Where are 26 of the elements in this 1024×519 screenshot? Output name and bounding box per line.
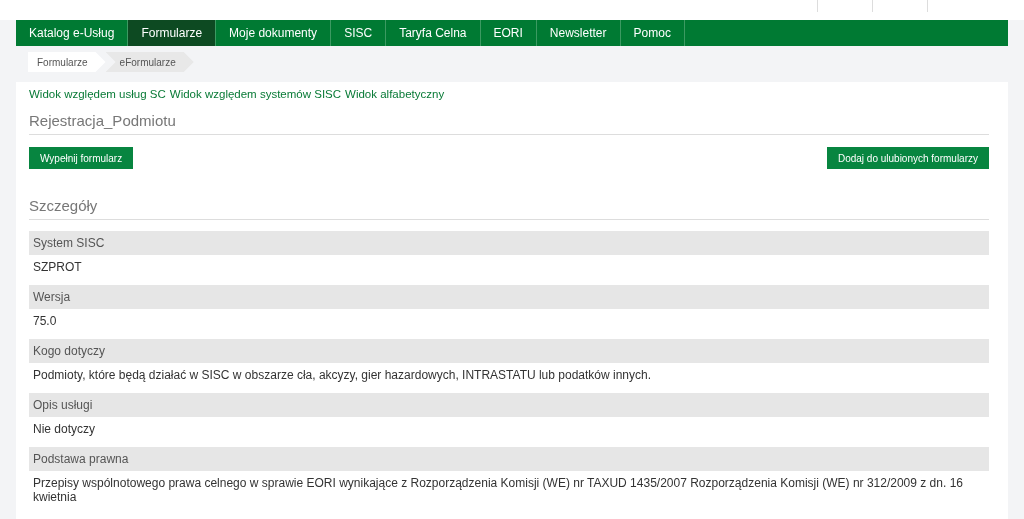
form-title: Rejestracja_Podmiotu bbox=[29, 112, 989, 135]
view-link[interactable]: Widok względem systemów SISC bbox=[169, 88, 342, 100]
breadcrumb-item[interactable]: eFormularze bbox=[105, 52, 194, 72]
detail-value: Przepisy wspólnotowego prawa celnego w sprawie EORI wynikające z Rozporządzenia Komisji (WE) nr TAXUD 1435/2007 Rozporządzenia Komisji (WE) nr 312/2009 z dn. 16 kwietnia bbox=[32, 475, 964, 504]
view-link[interactable]: Widok alfabetyczny bbox=[345, 88, 445, 100]
detail-label: Kogo dotyczy bbox=[29, 339, 989, 363]
fill-form-button[interactable]: Wypełnij formularz bbox=[29, 147, 134, 169]
nav-tab[interactable]: Taryfa Celna bbox=[386, 20, 481, 46]
section-title: Szczegóły bbox=[29, 197, 989, 220]
nav-tab[interactable]: SISC bbox=[331, 20, 387, 46]
detail-value: Podmioty, które będą działać w SISC w obszarze cła, akcyzy, gier hazardowych, INTRASTATU lub podatków innych. bbox=[32, 367, 653, 382]
detail-value: Nie dotyczy bbox=[32, 421, 97, 436]
detail-label: Podstawa prawna bbox=[29, 447, 989, 471]
detail-label: System SISC bbox=[29, 231, 989, 255]
detail-label: Opis usługi bbox=[29, 393, 989, 417]
detail-value: 75.0 bbox=[32, 313, 58, 328]
nav-tab[interactable]: Pomoc bbox=[620, 20, 685, 46]
nav-tab[interactable]: EORI bbox=[480, 20, 537, 46]
detail-value: SZPROT bbox=[32, 259, 83, 274]
breadcrumb-item[interactable]: Formularze bbox=[28, 52, 106, 72]
detail-label: Wersja bbox=[29, 285, 989, 309]
nav-tab[interactable]: Newsletter bbox=[536, 20, 621, 46]
nav-tab[interactable]: Moje dokumenty bbox=[216, 20, 332, 46]
add-favorite-button[interactable]: Dodaj do ulubionych formularzy bbox=[826, 147, 989, 169]
view-link[interactable]: Widok względem usług SC bbox=[29, 88, 166, 100]
nav-tab[interactable]: Formularze bbox=[128, 20, 217, 46]
